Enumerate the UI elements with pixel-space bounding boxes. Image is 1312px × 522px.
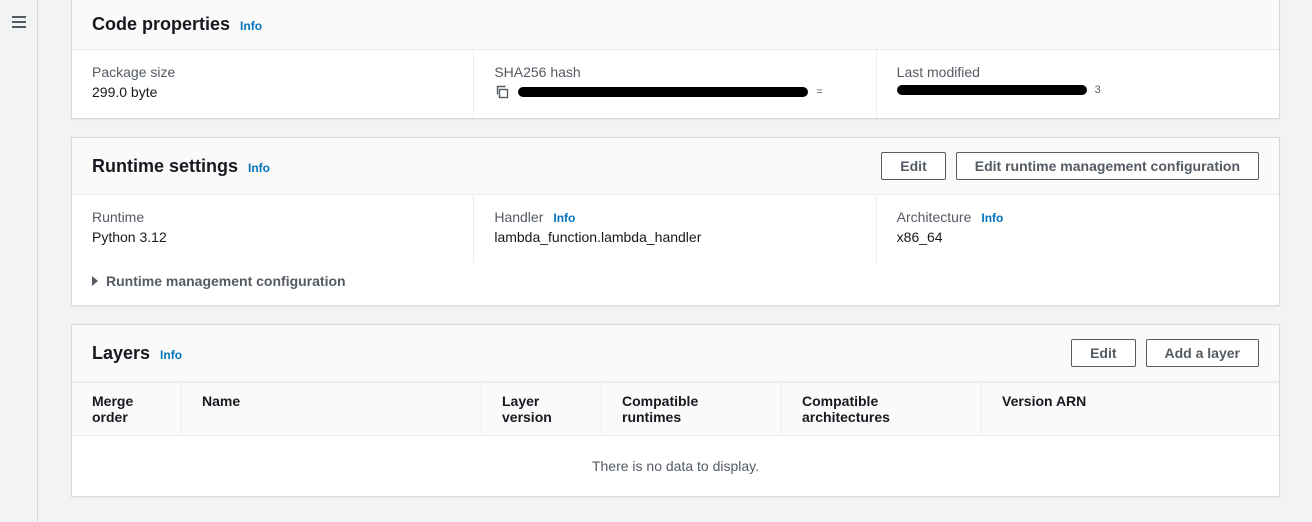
package-size-field: Package size 299.0 byte xyxy=(72,50,474,118)
edit-rmc-button[interactable]: Edit runtime management configuration xyxy=(956,152,1259,180)
caret-right-icon xyxy=(92,276,98,286)
add-layer-button[interactable]: Add a layer xyxy=(1146,339,1259,367)
sha256-value: = xyxy=(494,84,855,100)
runtime-settings-title: Runtime settings xyxy=(92,156,238,177)
architecture-label: Architecture xyxy=(897,209,972,225)
code-properties-panel: Code properties Info Package size 299.0 … xyxy=(71,0,1280,119)
runtime-value: Python 3.12 xyxy=(92,229,453,245)
layers-table-header: Merge order Name Layer version Compatibl… xyxy=(72,382,1279,436)
architecture-info-link[interactable]: Info xyxy=(981,211,1003,225)
col-name[interactable]: Name xyxy=(182,383,482,435)
col-version-arn[interactable]: Version ARN xyxy=(982,383,1279,435)
edit-runtime-button[interactable]: Edit xyxy=(881,152,945,180)
last-modified-label: Last modified xyxy=(897,64,1259,80)
runtime-label: Runtime xyxy=(92,209,453,225)
col-compatible-runtimes[interactable]: Compatible runtimes xyxy=(602,383,782,435)
layers-info-link[interactable]: Info xyxy=(160,348,182,362)
handler-label: Handler xyxy=(494,209,543,225)
handler-value: lambda_function.lambda_handler xyxy=(494,229,855,245)
architecture-field: Architecture Info x86_64 xyxy=(877,195,1279,263)
hamburger-menu-button[interactable] xyxy=(12,12,32,32)
handler-info-link[interactable]: Info xyxy=(553,211,575,225)
runtime-settings-panel: Runtime settings Info Edit Edit runtime … xyxy=(71,137,1280,306)
layers-header: Layers Info Edit Add a layer xyxy=(72,325,1279,382)
package-size-label: Package size xyxy=(92,64,453,80)
runtime-field: Runtime Python 3.12 xyxy=(72,195,474,263)
rmc-expand-toggle[interactable]: Runtime management configuration xyxy=(72,263,1279,305)
sha256-label: SHA256 hash xyxy=(494,64,855,80)
sidebar-divider xyxy=(37,0,38,522)
col-layer-version[interactable]: Layer version xyxy=(482,383,602,435)
copy-icon[interactable] xyxy=(494,84,510,100)
col-compatible-architectures[interactable]: Compatible architectures xyxy=(782,383,982,435)
runtime-settings-header: Runtime settings Info Edit Edit runtime … xyxy=(72,138,1279,195)
sha256-redacted xyxy=(518,87,808,97)
layers-title: Layers xyxy=(92,343,150,364)
sha256-field: SHA256 hash = xyxy=(474,50,876,118)
runtime-settings-info-link[interactable]: Info xyxy=(248,161,270,175)
handler-field: Handler Info lambda_function.lambda_hand… xyxy=(474,195,876,263)
col-merge-order[interactable]: Merge order xyxy=(72,383,182,435)
code-properties-header: Code properties Info xyxy=(72,0,1279,50)
last-modified-value: 3 xyxy=(897,84,1259,96)
last-modified-redacted xyxy=(897,85,1087,95)
last-modified-tail: 3 xyxy=(1095,84,1101,96)
architecture-value: x86_64 xyxy=(897,229,1259,245)
last-modified-field: Last modified 3 xyxy=(877,50,1279,118)
code-properties-info-link[interactable]: Info xyxy=(240,19,262,33)
code-properties-title: Code properties xyxy=(92,14,230,35)
layers-empty-message: There is no data to display. xyxy=(72,436,1279,496)
package-size-value: 299.0 byte xyxy=(92,84,453,100)
edit-layers-button[interactable]: Edit xyxy=(1071,339,1135,367)
layers-panel: Layers Info Edit Add a layer Merge order… xyxy=(71,324,1280,497)
rmc-expand-label: Runtime management configuration xyxy=(106,273,346,289)
sha256-tail: = xyxy=(816,86,822,98)
